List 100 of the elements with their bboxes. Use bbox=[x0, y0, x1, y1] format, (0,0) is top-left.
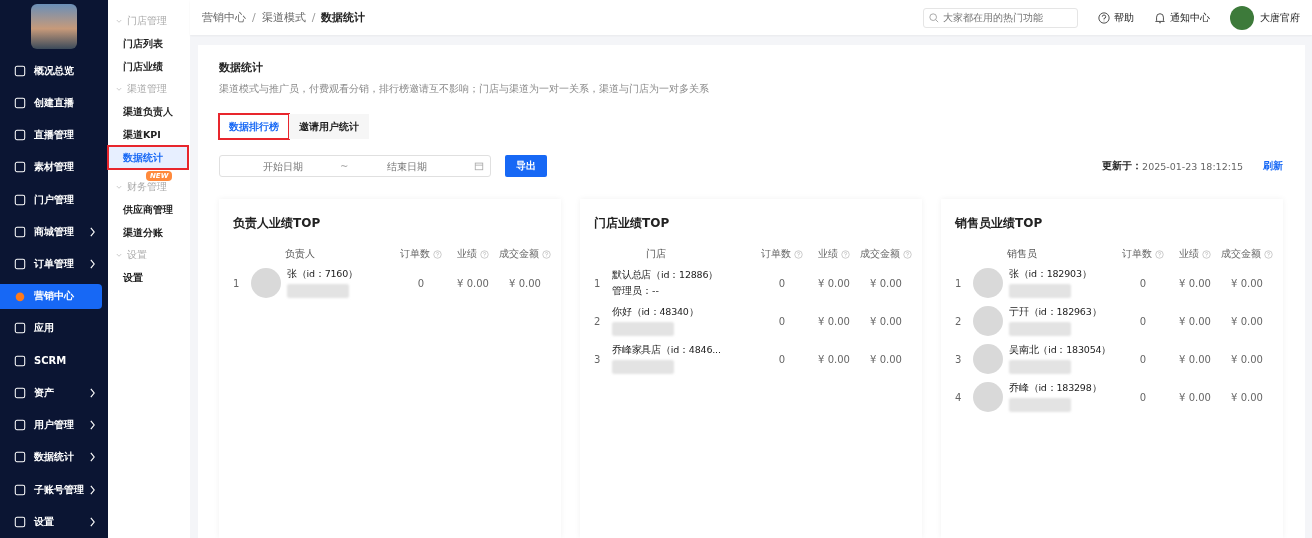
submenu-item[interactable]: 门店业绩 bbox=[108, 55, 188, 78]
column-header: 订单数 bbox=[400, 247, 430, 261]
nav-item[interactable]: 订单管理 bbox=[0, 251, 102, 277]
nav-item[interactable]: 商城管理 bbox=[0, 219, 102, 245]
nav-item[interactable]: 子账号管理 bbox=[0, 476, 102, 503]
help-icon bbox=[542, 249, 551, 259]
nav-item[interactable]: 直播管理 bbox=[0, 122, 102, 148]
entry-name: 乔峰家具店（id：4846... bbox=[612, 344, 721, 357]
nav-item[interactable]: 创建直播 bbox=[0, 90, 102, 116]
column-header: 订单数 bbox=[1122, 247, 1152, 261]
logo-photo-placeholder bbox=[31, 4, 77, 49]
help-link[interactable]: 帮助 bbox=[1098, 10, 1134, 25]
chevron-right-icon bbox=[89, 484, 96, 495]
rank-number: 1 bbox=[955, 277, 963, 289]
redacted-text-placeholder bbox=[287, 284, 349, 298]
table-cell-text: ¥ 0.00 bbox=[1178, 277, 1212, 289]
export-button[interactable]: 导出 bbox=[505, 155, 547, 177]
entry-name: 张（id：182903） bbox=[1009, 268, 1092, 281]
nav-item[interactable]: 概况总览 bbox=[0, 58, 102, 84]
nav-item[interactable]: 设置 bbox=[0, 509, 102, 535]
rank-number: 2 bbox=[594, 315, 602, 327]
tab[interactable]: 数据排行榜 bbox=[219, 114, 289, 139]
search-field[interactable]: 大家都在用的热门功能 bbox=[923, 7, 1078, 28]
menu-item-icon bbox=[14, 354, 26, 367]
updated-label: 更新于： bbox=[1102, 159, 1143, 173]
chevron-right-icon bbox=[89, 226, 96, 237]
nav-item[interactable]: 营销中心 bbox=[0, 283, 102, 309]
user-avatar[interactable] bbox=[1230, 5, 1254, 30]
calendar-icon bbox=[474, 161, 484, 171]
column-header: 成交金额 bbox=[499, 247, 539, 261]
column-header: 业绩 bbox=[818, 247, 838, 261]
entry-name: 默认总店（id：12886） bbox=[612, 268, 719, 282]
menu-item-icon bbox=[14, 225, 26, 238]
table-cell-text: ¥ 0.00 bbox=[1178, 315, 1212, 327]
panel-title: 销售员业绩TOP bbox=[955, 215, 1044, 232]
entry-name: 吴南北（id：183054） bbox=[1009, 344, 1112, 357]
help-icon bbox=[841, 249, 850, 259]
table-cell-text: ¥ 0.00 bbox=[1230, 391, 1264, 403]
avatar-circle bbox=[251, 268, 281, 298]
avatar-circle bbox=[973, 382, 1003, 412]
nav-item[interactable]: SCRM bbox=[0, 348, 102, 374]
menu-item-icon bbox=[14, 64, 26, 77]
submenu-item[interactable]: 渠道KPI bbox=[108, 123, 188, 146]
chevron-right-icon bbox=[89, 452, 96, 463]
table-cell-text: 0 bbox=[1138, 315, 1148, 327]
submenu-item[interactable]: 供应商管理 bbox=[108, 198, 188, 221]
help-icon bbox=[480, 249, 489, 259]
panel-title: 负责人业绩TOP bbox=[233, 215, 322, 232]
submenu-item[interactable]: 渠道分账 bbox=[108, 221, 188, 244]
table-cell-text: ¥ 0.00 bbox=[1230, 315, 1264, 327]
range-separator: ~ bbox=[340, 160, 350, 172]
redacted-text-placeholder bbox=[612, 322, 674, 336]
avatar-circle bbox=[973, 268, 1003, 298]
breadcrumb-item[interactable]: 渠道模式 bbox=[261, 10, 306, 25]
menu-item-icon bbox=[14, 515, 26, 528]
table-cell-text: ¥ 0.00 bbox=[817, 315, 851, 327]
refresh-link[interactable]: 刷新 bbox=[1263, 159, 1283, 173]
tab[interactable]: 邀请用户统计 bbox=[289, 114, 369, 139]
entry-name: 张（id：7160） bbox=[287, 268, 358, 281]
nav-item[interactable]: 数据统计 bbox=[0, 444, 102, 470]
nav-item[interactable]: 素材管理 bbox=[0, 154, 102, 180]
help-icon bbox=[903, 249, 912, 259]
table-cell-text: 0 bbox=[777, 315, 787, 327]
submenu-item[interactable]: 渠道负责人 bbox=[108, 100, 188, 123]
help-icon bbox=[1098, 11, 1110, 24]
menu-item-icon bbox=[14, 258, 26, 271]
nav-item[interactable]: 门户管理 bbox=[0, 187, 102, 213]
table-cell-text: ¥ 0.00 bbox=[508, 277, 542, 289]
column-header: 负责人 bbox=[285, 247, 315, 261]
submenu-item[interactable]: 设置 bbox=[108, 266, 188, 289]
chevron-right-icon bbox=[89, 259, 96, 270]
redacted-text-placeholder bbox=[1009, 398, 1071, 412]
submenu-item[interactable]: 数据统计 bbox=[108, 146, 188, 169]
entry-subtitle: 管理员：-- bbox=[612, 284, 660, 298]
help-icon bbox=[794, 249, 803, 259]
table-cell-text: 0 bbox=[1138, 353, 1148, 365]
updated-time: 2025-01-23 18:12:15 bbox=[1142, 160, 1243, 172]
rank-number: 1 bbox=[233, 277, 241, 289]
help-icon bbox=[1155, 249, 1164, 259]
submenu-item[interactable]: 门店列表 bbox=[108, 32, 188, 55]
table-cell-text: 0 bbox=[1138, 391, 1148, 403]
nav-item[interactable]: 应用 bbox=[0, 315, 102, 342]
rank-number: 2 bbox=[955, 315, 963, 327]
nav-item[interactable]: 资产 bbox=[0, 380, 102, 406]
notification-link[interactable]: 通知中心 bbox=[1154, 10, 1210, 25]
entry-name: 亍幵（id：182963） bbox=[1009, 306, 1102, 319]
chevron-right-icon bbox=[89, 516, 96, 527]
chevron-right-icon bbox=[89, 420, 96, 431]
table-cell-text: ¥ 0.00 bbox=[1178, 391, 1212, 403]
redacted-text-placeholder bbox=[612, 360, 674, 374]
avatar-circle bbox=[973, 344, 1003, 374]
breadcrumb-item[interactable]: 营销中心 bbox=[202, 10, 246, 25]
menu-item-icon bbox=[14, 483, 26, 496]
menu-item-icon bbox=[14, 193, 26, 206]
menu-item-icon bbox=[14, 419, 26, 432]
nav-item[interactable]: 用户管理 bbox=[0, 412, 102, 438]
table-cell-text: ¥ 0.00 bbox=[869, 315, 903, 327]
user-name[interactable]: 大唐官府 bbox=[1260, 10, 1300, 25]
chevron-right-icon bbox=[89, 387, 96, 398]
rank-number: 1 bbox=[594, 277, 602, 289]
